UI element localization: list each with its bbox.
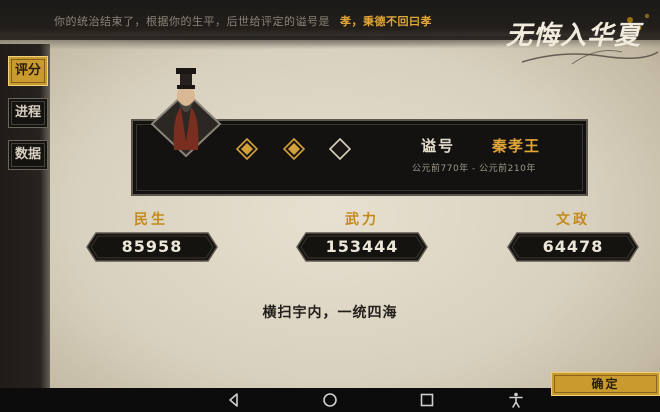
sidebar-item-score[interactable]: 评分 <box>8 56 48 86</box>
posthumous-phrase: 孝，秉德不回曰孝 <box>340 15 432 28</box>
stat-label-governance: 文政 <box>556 212 590 228</box>
game-logo: 无悔入华夏 <box>506 13 659 65</box>
stat-value-military: 153444 <box>325 237 399 256</box>
sidebar-item-progress[interactable]: 进程 <box>8 98 48 128</box>
reign-end-message: 你的统治结束了，根据你的生平，后世给评定的谥号是 孝，秉德不回曰孝 <box>54 13 432 29</box>
reign-date-range: 公元前770年 - 公元前210年 <box>412 164 536 174</box>
ruler-portrait <box>150 68 222 158</box>
confirm-button-frame <box>554 375 657 393</box>
stat-box-governance: 64478 <box>507 232 639 262</box>
sidebar-item-frame <box>11 143 45 167</box>
home-icon[interactable] <box>321 391 339 409</box>
stat-label-livelihood: 民生 <box>134 212 168 228</box>
logo-text: 无悔入华夏 <box>506 21 644 51</box>
sidebar-item-frame <box>11 59 45 83</box>
stat-value-governance: 64478 <box>542 237 604 256</box>
game-screen: 你的统治结束了，根据你的生平，后世给评定的谥号是 孝，秉德不回曰孝 无悔入华夏 评… <box>0 0 660 388</box>
stat-box-livelihood: 85958 <box>86 232 218 262</box>
sidebar-item-frame <box>11 101 45 125</box>
rating-diamond-1-icon <box>236 138 258 160</box>
stat-label-military: 武力 <box>345 212 379 228</box>
sidebar-item-data[interactable]: 数据 <box>8 140 48 170</box>
reign-motto: 横扫宇内，一统四海 <box>262 305 398 321</box>
confirm-button[interactable]: 确定 <box>551 372 660 396</box>
back-icon[interactable] <box>225 391 243 409</box>
posthumous-title-value: 秦孝王 <box>492 137 541 155</box>
posthumous-title-label: 谥号 <box>421 137 456 155</box>
stat-value-livelihood: 85958 <box>121 237 183 256</box>
recents-icon[interactable] <box>418 391 436 409</box>
stat-box-military: 153444 <box>296 232 428 262</box>
accessibility-icon[interactable] <box>507 391 525 409</box>
rating-diamond-3-icon <box>329 138 351 160</box>
reign-end-text: 你的统治结束了，根据你的生平，后世给评定的谥号是 <box>54 15 330 28</box>
left-rail <box>0 44 50 388</box>
rating-diamond-2-icon <box>283 138 305 160</box>
